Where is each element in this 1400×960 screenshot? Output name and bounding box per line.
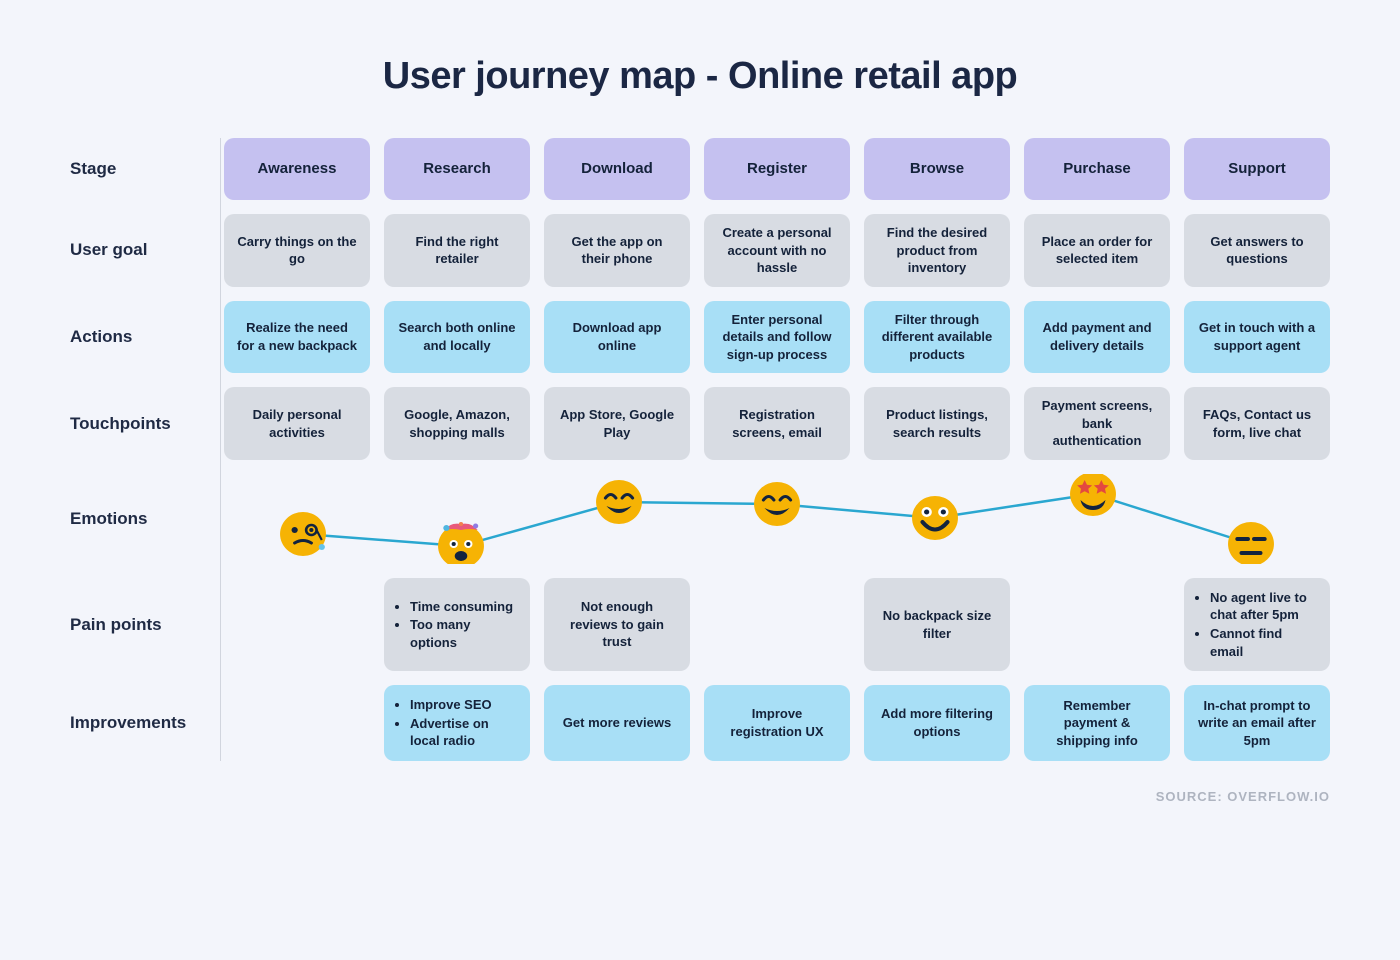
improvement-cell: Improve registration UX	[704, 685, 850, 761]
journey-map-page: User journey map - Online retail app Sta…	[0, 0, 1400, 844]
improvement-cell: Remember payment & shipping info	[1024, 685, 1170, 761]
journey-map-grid: StageAwarenessResearchDownloadRegisterBr…	[70, 138, 1330, 761]
row-label-actions: Actions	[70, 301, 210, 374]
pain-point-cell: Not enough reviews to gain trust	[544, 578, 690, 671]
touchpoints-cell: App Store, Google Play	[544, 387, 690, 460]
stage-header: Register	[704, 138, 850, 200]
improvement-cell: Improve SEOAdvertise on local radio	[384, 685, 530, 761]
stage-header: Browse	[864, 138, 1010, 200]
stage-header: Awareness	[224, 138, 370, 200]
stage-header: Support	[1184, 138, 1330, 200]
pain-point-cell: No agent live to chat after 5pmCannot fi…	[1184, 578, 1330, 671]
user-goal-cell: Get the app on their phone	[544, 214, 690, 287]
emotion-face-happy-icon	[596, 480, 642, 524]
stage-header: Download	[544, 138, 690, 200]
label-column-divider	[220, 138, 221, 761]
actions-cell: Add payment and delivery details	[1024, 301, 1170, 374]
user-goal-cell: Get answers to questions	[1184, 214, 1330, 287]
row-label-emotions: Emotions	[70, 474, 210, 564]
actions-cell: Get in touch with a support agent	[1184, 301, 1330, 374]
improvement-cell: Get more reviews	[544, 685, 690, 761]
user-goal-cell: Create a personal account with no hassle	[704, 214, 850, 287]
user-goal-cell: Carry things on the go	[224, 214, 370, 287]
emotion-face-star-eyes-icon	[1070, 474, 1116, 516]
stage-header: Purchase	[1024, 138, 1170, 200]
source-credit: SOURCE: OVERFLOW.IO	[70, 789, 1330, 804]
row-label-stage: Stage	[70, 138, 210, 200]
stage-header: Research	[384, 138, 530, 200]
page-title: User journey map - Online retail app	[70, 55, 1330, 98]
improvement-cell: In-chat prompt to write an email after 5…	[1184, 685, 1330, 761]
improvement-cell: Add more filtering options	[864, 685, 1010, 761]
actions-cell: Realize the need for a new backpack	[224, 301, 370, 374]
emotion-face-smile-icon	[912, 496, 958, 540]
emotion-face-neutral-icon	[1228, 522, 1274, 564]
emotions-line-chart	[224, 474, 1330, 564]
row-label-improvements: Improvements	[70, 685, 210, 761]
touchpoints-cell: Daily personal activities	[224, 387, 370, 460]
user-goal-cell: Find the desired product from inventory	[864, 214, 1010, 287]
user-goal-cell: Find the right retailer	[384, 214, 530, 287]
user-goal-cell: Place an order for selected item	[1024, 214, 1170, 287]
emotions-row	[224, 474, 1330, 564]
touchpoints-cell: FAQs, Contact us form, live chat	[1184, 387, 1330, 460]
pain-point-cell-empty	[224, 578, 370, 671]
row-label-user_goal: User goal	[70, 214, 210, 287]
touchpoints-cell: Product listings, search results	[864, 387, 1010, 460]
pain-point-cell-empty	[704, 578, 850, 671]
emotion-face-overwhelmed-icon	[438, 522, 484, 564]
pain-point-cell-empty	[1024, 578, 1170, 671]
row-label-touchpoints: Touchpoints	[70, 387, 210, 460]
improvement-cell-empty	[224, 685, 370, 761]
row-label-pain_points: Pain points	[70, 578, 210, 671]
pain-point-cell: Time consumingToo many options	[384, 578, 530, 671]
actions-cell: Download app online	[544, 301, 690, 374]
actions-cell: Filter through different available produ…	[864, 301, 1010, 374]
emotion-face-happy-icon	[754, 482, 800, 526]
emotion-face-confused-icon	[280, 512, 326, 556]
actions-cell: Search both online and locally	[384, 301, 530, 374]
touchpoints-cell: Registration screens, email	[704, 387, 850, 460]
touchpoints-cell: Payment screens, bank authentication	[1024, 387, 1170, 460]
touchpoints-cell: Google, Amazon, shopping malls	[384, 387, 530, 460]
pain-point-cell: No backpack size filter	[864, 578, 1010, 671]
actions-cell: Enter personal details and follow sign-u…	[704, 301, 850, 374]
